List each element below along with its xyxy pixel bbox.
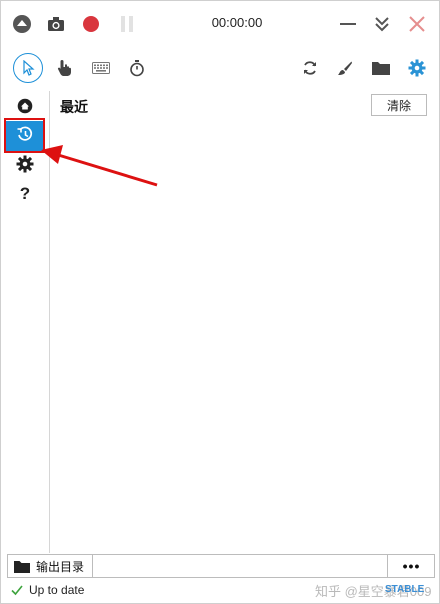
status-bar: Up to date 知乎 @星空暴君009 STABLE <box>1 579 439 603</box>
check-icon <box>11 584 23 596</box>
output-path-field[interactable] <box>93 555 386 577</box>
more-options-button[interactable]: ••• <box>387 555 435 577</box>
page-title: 最近 <box>60 99 88 115</box>
folder-icon <box>14 560 30 573</box>
output-directory-bar: 输出目录 ••• <box>7 554 435 578</box>
status-text: Up to date <box>29 583 85 597</box>
main-content: 最近 清除 <box>50 91 439 553</box>
app-window: 00:00:00 ? 最近 清除 输出目录 ••• Up to date 知乎 … <box>0 0 440 604</box>
output-directory-button[interactable]: 输出目录 <box>8 555 93 577</box>
output-directory-label: 输出目录 <box>36 559 85 574</box>
clear-button[interactable]: 清除 <box>371 94 427 116</box>
stable-badge: STABLE <box>385 584 425 595</box>
